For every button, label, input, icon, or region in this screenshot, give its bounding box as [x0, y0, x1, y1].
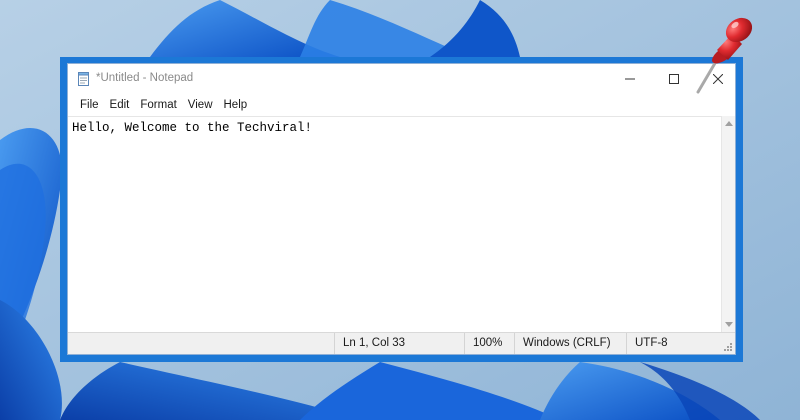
maximize-icon [669, 74, 679, 84]
window-title: *Untitled - Notepad [96, 72, 194, 84]
vertical-scrollbar[interactable] [721, 116, 735, 332]
notepad-window: *Untitled - Notepad File Edit Format Vie… [67, 63, 736, 355]
status-bar: Ln 1, Col 33 100% Windows (CRLF) UTF-8 [68, 332, 735, 354]
scroll-up-arrow-icon[interactable] [725, 121, 733, 126]
status-cursor-position: Ln 1, Col 33 [334, 333, 464, 354]
title-bar[interactable]: *Untitled - Notepad [68, 64, 735, 94]
menu-file[interactable]: File [75, 97, 104, 113]
notepad-icon [78, 72, 89, 86]
resize-grip-icon[interactable] [723, 342, 733, 352]
scroll-down-arrow-icon[interactable] [725, 322, 733, 327]
minimize-button[interactable] [608, 64, 652, 94]
editor-content[interactable]: Hello, Welcome to the Techviral! [72, 121, 312, 135]
status-zoom: 100% [464, 333, 514, 354]
menu-edit[interactable]: Edit [105, 97, 135, 113]
status-encoding: UTF-8 [626, 333, 726, 354]
status-line-ending: Windows (CRLF) [514, 333, 626, 354]
text-editor[interactable]: Hello, Welcome to the Techviral! [68, 116, 721, 332]
pushpin-icon [696, 17, 753, 94]
minimize-icon [625, 78, 635, 80]
menu-help[interactable]: Help [219, 97, 253, 113]
menu-bar: File Edit Format View Help [68, 94, 735, 116]
notepad-window-frame: *Untitled - Notepad File Edit Format Vie… [60, 57, 743, 362]
menu-view[interactable]: View [183, 97, 218, 113]
menu-format[interactable]: Format [135, 97, 181, 113]
